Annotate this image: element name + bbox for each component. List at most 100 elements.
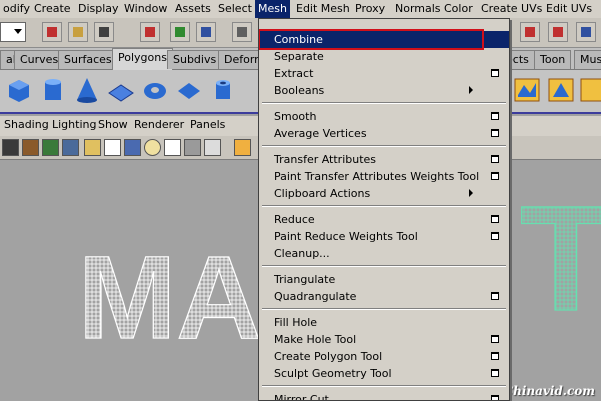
panel-menu-shading[interactable]: Shading <box>4 118 49 131</box>
new-scene-icon[interactable] <box>42 22 62 42</box>
menu-set-dropdown[interactable] <box>0 22 26 42</box>
menu-item-label: Combine <box>274 33 323 46</box>
mesh-menu-item-combine[interactable]: Combine <box>259 29 509 50</box>
poly-torus-icon[interactable] <box>140 75 170 105</box>
menu-select[interactable]: Select <box>215 0 255 18</box>
wireframe-icon[interactable] <box>234 139 251 156</box>
select-by-component-icon[interactable] <box>196 22 216 42</box>
mesh-menu-item-paint-reduce-weights-tool[interactable]: Paint Reduce Weights Tool <box>259 228 509 245</box>
option-box-icon[interactable] <box>491 69 499 77</box>
mesh-menu-item-clipboard-actions[interactable]: Clipboard Actions <box>259 185 509 202</box>
menu-color[interactable]: Color <box>441 0 476 18</box>
mesh-menu-item-sculpt-geometry-tool[interactable]: Sculpt Geometry Tool <box>259 365 509 382</box>
safe-action-icon[interactable] <box>184 139 201 156</box>
select-by-object-icon[interactable] <box>170 22 190 42</box>
mesh-menu-item-quadrangulate[interactable]: Quadrangulate <box>259 288 509 305</box>
bookmark-icon[interactable] <box>42 139 59 156</box>
mesh-menu-item-reduce[interactable]: Reduce <box>259 211 509 228</box>
poly-plane-icon[interactable] <box>106 75 136 105</box>
menu-edit-uvs[interactable]: Edit UVs <box>543 0 595 18</box>
menu-edit-mesh[interactable]: Edit Mesh <box>293 0 353 18</box>
watermark: Chinavid.com <box>503 384 595 398</box>
field-chart-icon[interactable] <box>164 139 181 156</box>
menu-create[interactable]: Create <box>31 0 74 18</box>
shelf-tab-subdivs[interactable]: Subdivs <box>167 50 223 69</box>
separate-icon[interactable] <box>546 75 576 105</box>
option-box-icon[interactable] <box>491 232 499 240</box>
option-box-icon[interactable] <box>491 155 499 163</box>
menu-display[interactable]: Display <box>75 0 122 18</box>
poly-prism-icon[interactable] <box>174 75 204 105</box>
image-plane-icon[interactable] <box>62 139 79 156</box>
menu-item-label: Sculpt Geometry Tool <box>274 367 392 380</box>
select-by-hierarchy-icon[interactable] <box>140 22 160 42</box>
open-scene-icon[interactable] <box>68 22 88 42</box>
shelf-tab-surfaces[interactable]: Surfaces <box>58 50 118 69</box>
camera-select-icon[interactable] <box>2 139 19 156</box>
panel-menu-renderer[interactable]: Renderer <box>134 118 184 131</box>
option-box-icon[interactable] <box>491 335 499 343</box>
grid-icon[interactable] <box>84 139 101 156</box>
safe-title-icon[interactable] <box>204 139 221 156</box>
option-box-icon[interactable] <box>491 112 499 120</box>
extract-icon[interactable] <box>578 75 601 105</box>
menu-assets[interactable]: Assets <box>172 0 214 18</box>
snap-grid-icon[interactable] <box>232 22 252 42</box>
option-box-icon[interactable] <box>491 292 499 300</box>
shelf-tab-mus[interactable]: Mus <box>574 50 601 69</box>
combine-icon[interactable] <box>512 75 542 105</box>
submenu-arrow-icon <box>469 189 473 197</box>
poly-pipe-icon[interactable] <box>208 75 238 105</box>
menu-create-uvs[interactable]: Create UVs <box>478 0 545 18</box>
menu-odify[interactable]: odify <box>0 0 33 18</box>
menu-item-label: Mirror Cut <box>274 393 329 401</box>
menu-mesh[interactable]: Mesh <box>255 0 290 18</box>
poly-cube-icon[interactable] <box>4 75 34 105</box>
poly-cylinder-icon[interactable] <box>38 75 68 105</box>
mesh-menu-item-average-vertices[interactable]: Average Vertices <box>259 125 509 142</box>
mesh-menu-item-paint-transfer-attributes-weights-tool[interactable]: Paint Transfer Attributes Weights Tool <box>259 168 509 185</box>
menu-normals[interactable]: Normals <box>392 0 444 18</box>
history-icon[interactable] <box>548 22 568 42</box>
mesh-menu-item-separate[interactable]: Separate <box>259 48 509 65</box>
gate-mask-icon[interactable] <box>144 139 161 156</box>
poly-cone-icon[interactable] <box>72 75 102 105</box>
mesh-menu-item-booleans[interactable]: Booleans <box>259 82 509 99</box>
mesh-menu-item-triangulate[interactable]: Triangulate <box>259 271 509 288</box>
panel-menu-panels[interactable]: Panels <box>190 118 225 131</box>
menu-item-label: Triangulate <box>274 273 336 286</box>
shelf-tab-toon[interactable]: Toon <box>534 50 572 69</box>
menu-item-label: Cleanup... <box>274 247 330 260</box>
mesh-menu-item-make-hole-tool[interactable]: Make Hole Tool <box>259 331 509 348</box>
mesh-menu-item-cleanup[interactable]: Cleanup... <box>259 245 509 262</box>
mesh-menu-item-mirror-cut[interactable]: Mirror Cut <box>259 391 509 401</box>
main-menu-bar: odify Create Display Window Assets Select Mesh… <box>0 0 601 18</box>
film-gate-icon[interactable] <box>104 139 121 156</box>
shelf-tab-polygons[interactable]: Polygons <box>112 48 173 70</box>
save-scene-icon[interactable] <box>94 22 114 42</box>
panel-menu-lighting[interactable]: Lighting <box>52 118 96 131</box>
option-box-icon[interactable] <box>491 369 499 377</box>
snap-magnet-icon[interactable] <box>520 22 540 42</box>
camera-attributes-icon[interactable] <box>22 139 39 156</box>
option-box-icon[interactable] <box>491 172 499 180</box>
option-box-icon[interactable] <box>491 395 499 400</box>
menu-item-label: Paint Transfer Attributes Weights Tool <box>274 170 480 183</box>
option-box-icon[interactable] <box>491 352 499 360</box>
render-icon[interactable] <box>576 22 596 42</box>
mesh-menu-item-extract[interactable]: Extract <box>259 65 509 82</box>
menu-window[interactable]: Window <box>121 0 170 18</box>
menu-item-label: Separate <box>274 50 324 63</box>
resolution-gate-icon[interactable] <box>124 139 141 156</box>
option-box-icon[interactable] <box>491 129 499 137</box>
option-box-icon[interactable] <box>491 215 499 223</box>
panel-menu-show[interactable]: Show <box>98 118 128 131</box>
mesh-menu-item-create-polygon-tool[interactable]: Create Polygon Tool <box>259 348 509 365</box>
mesh-menu-item-smooth[interactable]: Smooth <box>259 108 509 125</box>
menu-separator <box>262 102 506 104</box>
menu-item-label: Make Hole Tool <box>274 333 357 346</box>
menu-proxy[interactable]: Proxy <box>352 0 388 18</box>
mesh-menu-item-fill-hole[interactable]: Fill Hole <box>259 314 509 331</box>
shelf-tab-curves[interactable]: Curves <box>14 50 65 69</box>
mesh-menu-item-transfer-attributes[interactable]: Transfer Attributes <box>259 151 509 168</box>
